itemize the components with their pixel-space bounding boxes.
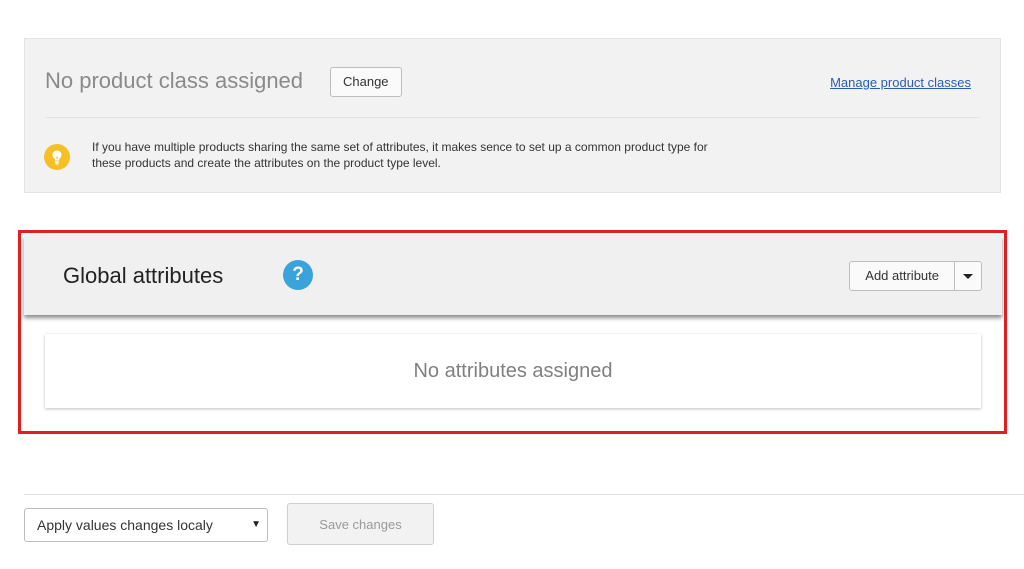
divider	[45, 117, 980, 118]
product-class-panel: No product class assigned Change Manage …	[24, 38, 1001, 193]
apply-changes-select[interactable]: Apply values changes localy ▼	[24, 508, 268, 542]
manage-product-classes-link[interactable]: Manage product classes	[830, 75, 971, 90]
save-changes-button[interactable]: Save changes	[287, 503, 434, 545]
highlight-outline	[18, 230, 1007, 434]
product-class-title: No product class assigned	[45, 68, 304, 93]
lightbulb-icon	[44, 144, 70, 170]
chevron-down-icon: ▼	[251, 519, 261, 530]
page: No product class assigned Change Manage …	[0, 0, 1024, 569]
divider	[24, 494, 1024, 495]
tip-text: If you have multiple products sharing th…	[92, 140, 708, 170]
change-class-button[interactable]: Change	[330, 67, 402, 97]
apply-changes-select-value: Apply values changes localy	[37, 517, 213, 533]
